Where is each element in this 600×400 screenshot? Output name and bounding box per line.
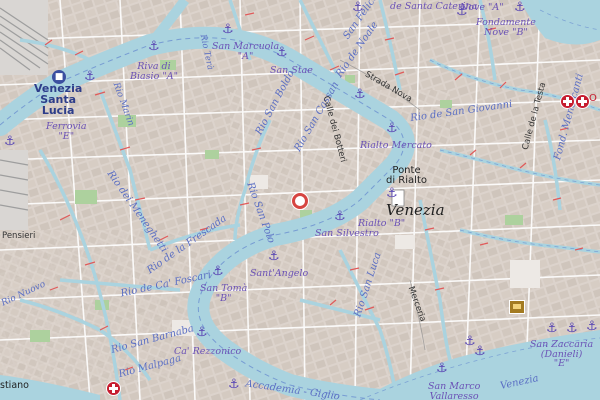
hospital-cross-icon[interactable] xyxy=(560,94,575,109)
anchor-icon[interactable]: ⚓ xyxy=(84,70,96,83)
map-canvas[interactable]: Venezia Santa Lucia ■ Ferrovia "E" Riva d… xyxy=(0,0,600,400)
anchor-icon[interactable]: ⚓ xyxy=(212,265,224,278)
anchor-icon[interactable]: ⚓ xyxy=(268,250,280,263)
anchor-icon[interactable]: ⚓ xyxy=(514,1,526,14)
anchor-icon[interactable]: ⚓ xyxy=(586,320,598,333)
anchor-icon[interactable]: ⚓ xyxy=(546,322,558,335)
anchor-icon[interactable]: ⚓ xyxy=(196,326,208,339)
anchor-icon[interactable]: ⚓ xyxy=(276,46,288,59)
anchor-icon[interactable]: ⚓ xyxy=(148,40,160,53)
anchor-icon[interactable]: ⚓ xyxy=(352,1,364,14)
hospital-cross-icon[interactable] xyxy=(106,381,121,396)
monument-icon[interactable] xyxy=(509,300,525,314)
anchor-icon[interactable]: ⚓ xyxy=(4,135,16,148)
anchor-icon[interactable]: ⚓ xyxy=(228,378,240,391)
anchor-icon[interactable]: ⚓ xyxy=(436,362,448,375)
anchor-icon[interactable]: ⚓ xyxy=(222,23,234,36)
anchor-icon[interactable]: ⚓ xyxy=(386,187,398,200)
railway-station-icon[interactable]: ■ xyxy=(52,70,66,84)
anchor-icon[interactable]: ⚓ xyxy=(334,210,346,223)
location-pin-icon[interactable] xyxy=(292,193,308,209)
anchor-icon[interactable]: ⚓ xyxy=(566,322,578,335)
anchor-icon[interactable]: ⚓ xyxy=(386,122,398,135)
anchor-icon[interactable]: ⚓ xyxy=(474,345,486,358)
anchor-icon[interactable]: ⚓ xyxy=(456,5,468,18)
hospital-cross-icon[interactable] xyxy=(575,94,590,109)
anchor-icon[interactable]: ⚓ xyxy=(354,88,366,101)
